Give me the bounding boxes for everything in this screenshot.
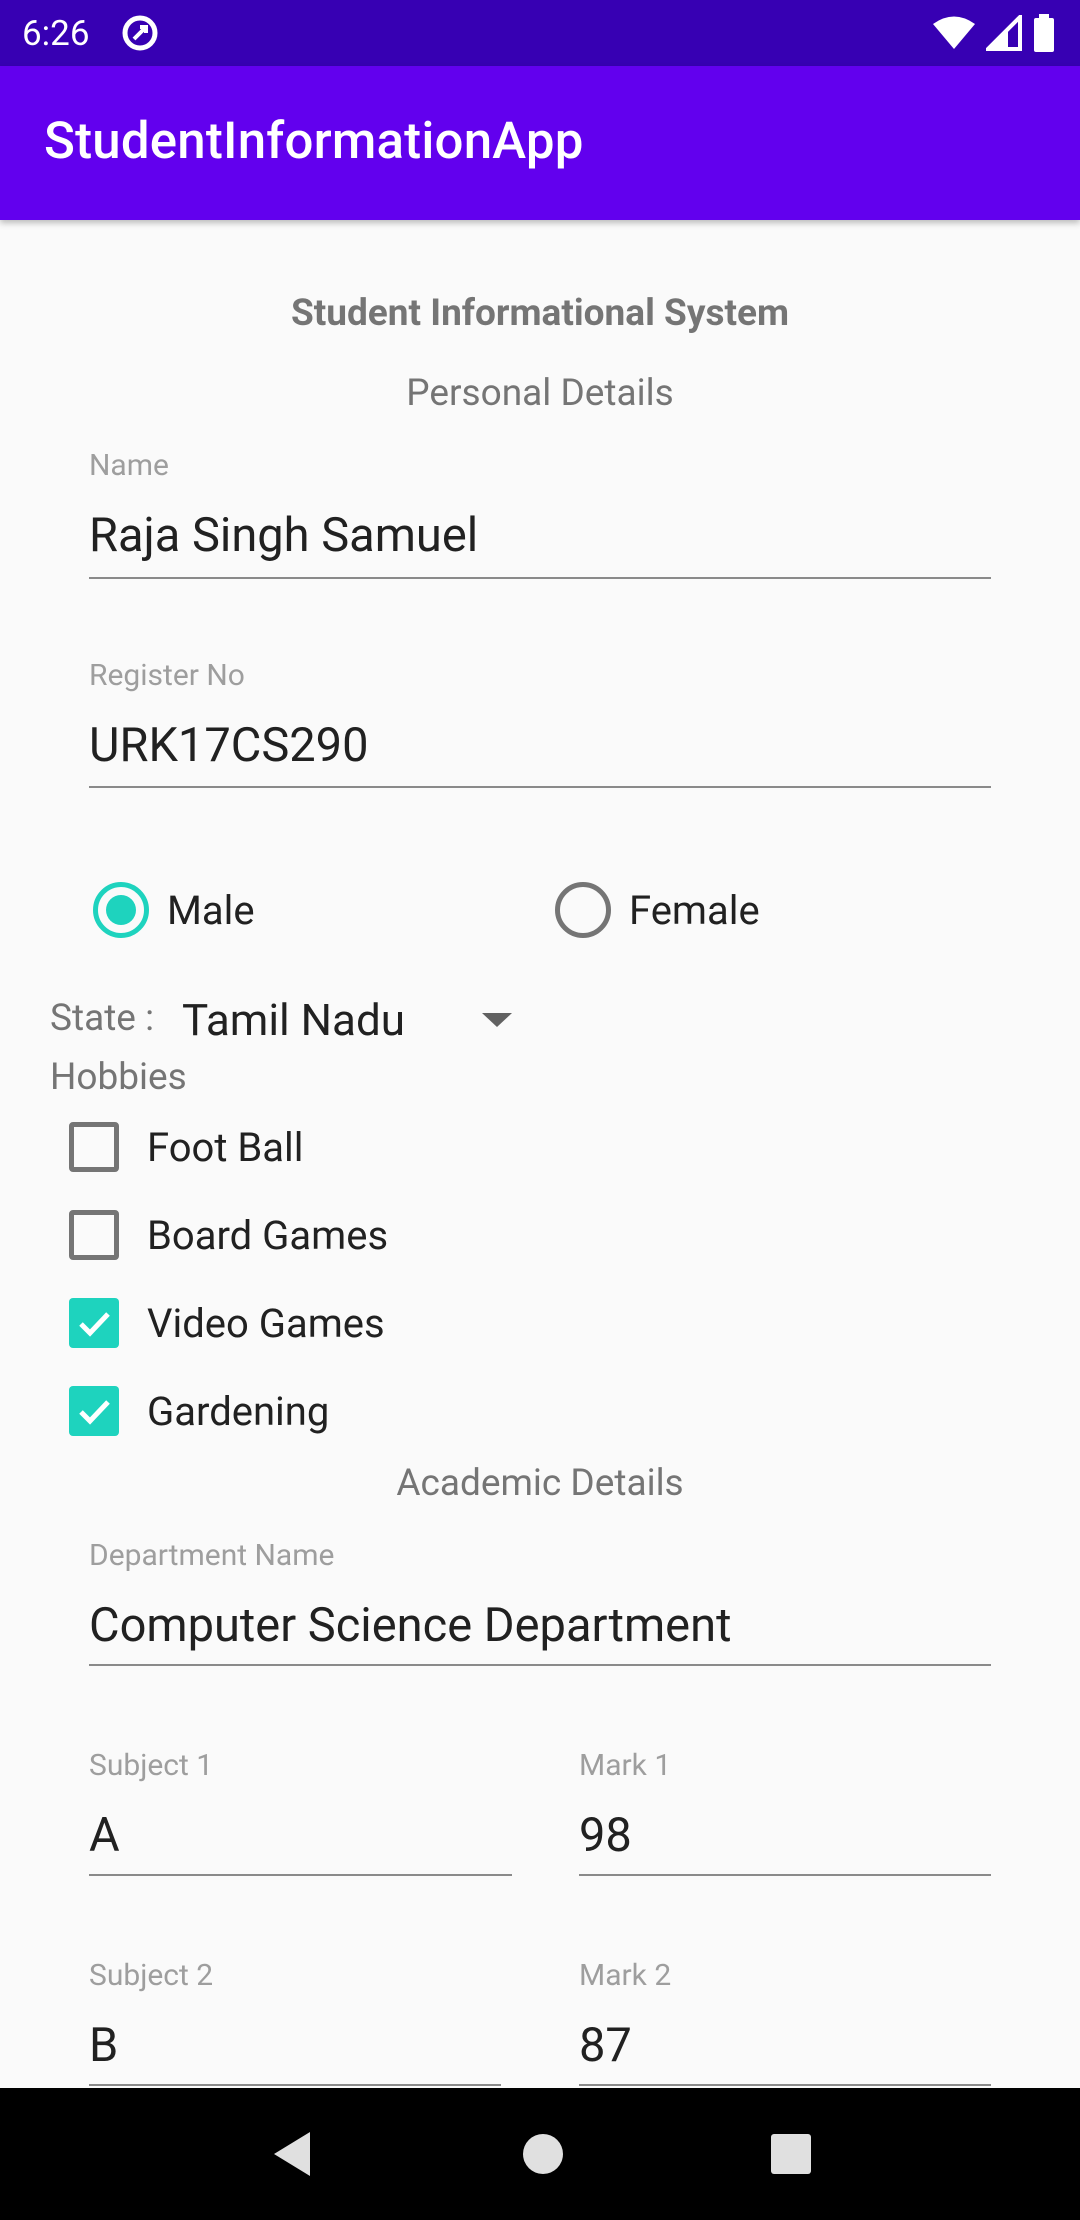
personal-details-heading: Personal Details (406, 372, 674, 415)
wifi-icon (933, 16, 975, 49)
checkbox-foot-ball-label: Foot Ball (147, 1123, 304, 1171)
name-input[interactable]: Raja Singh Samuel (89, 508, 478, 563)
radio-female-label: Female (629, 886, 760, 934)
subject-2-underline (89, 2084, 501, 2086)
checkbox-foot-ball-box (69, 1122, 119, 1172)
back-icon[interactable] (268, 2128, 316, 2180)
check-icon (79, 1312, 110, 1337)
subject-1-input[interactable]: A (89, 1808, 120, 1863)
battery-icon (1034, 14, 1054, 52)
status-bar: 6:26 (0, 0, 1080, 66)
state-spinner[interactable]: Tamil Nadu (182, 990, 512, 1050)
department-underline (89, 1664, 991, 1666)
checkbox-board-games-box (69, 1210, 119, 1260)
subject-1-label: Subject 1 (89, 1748, 214, 1783)
register-no-label: Register No (89, 658, 245, 693)
status-time: 6:26 (22, 12, 90, 54)
radio-male-label: Male (167, 886, 255, 934)
radio-female-indicator (555, 882, 611, 938)
checkbox-gardening[interactable]: Gardening (69, 1386, 329, 1436)
mark-2-underline (579, 2084, 991, 2086)
mark-2-label: Mark 2 (579, 1958, 672, 1993)
subject-2-input[interactable]: B (89, 2018, 118, 2073)
subject-1-underline (89, 1874, 512, 1876)
radio-male-indicator (93, 882, 149, 938)
register-no-underline (89, 786, 991, 788)
hobbies-label: Hobbies (50, 1056, 187, 1099)
name-label: Name (89, 448, 169, 483)
state-label: State : (50, 997, 155, 1040)
checkbox-gardening-label: Gardening (147, 1387, 330, 1435)
app-bar: StudentInformationApp (0, 66, 1080, 220)
radio-female[interactable]: Female (555, 882, 760, 938)
check-icon (79, 1400, 110, 1425)
mark-1-label: Mark 1 (579, 1748, 672, 1783)
department-input[interactable]: Computer Science Department (89, 1598, 731, 1653)
form-content[interactable]: Student Informational System Personal De… (0, 220, 1080, 2088)
checkbox-video-games[interactable]: Video Games (69, 1298, 385, 1348)
checkbox-video-games-box (69, 1298, 119, 1348)
form-title: Student Informational System (290, 292, 790, 335)
navigation-bar (0, 2088, 1080, 2220)
register-no-input[interactable]: URK17CS290 (89, 718, 369, 773)
notification-icon (122, 15, 157, 51)
name-underline (89, 577, 991, 579)
signal-icon (986, 15, 1022, 51)
checkbox-board-games-label: Board Games (147, 1211, 389, 1259)
radio-male[interactable]: Male (93, 882, 255, 938)
recents-icon[interactable] (770, 2133, 812, 2175)
checkbox-board-games[interactable]: Board Games (69, 1210, 388, 1260)
checkbox-foot-ball[interactable]: Foot Ball (69, 1122, 303, 1172)
checkbox-video-games-label: Video Games (147, 1299, 385, 1347)
state-value: Tamil Nadu (182, 994, 406, 1046)
mark-2-input[interactable]: 87 (579, 2018, 632, 2073)
subject-2-label: Subject 2 (89, 1958, 214, 1993)
dropdown-arrow-icon (482, 1013, 512, 1027)
department-label: Department Name (89, 1538, 335, 1573)
academic-details-heading: Academic Details (396, 1462, 684, 1505)
home-icon[interactable] (521, 2132, 565, 2176)
mark-1-underline (579, 1874, 991, 1876)
mark-1-input[interactable]: 98 (579, 1808, 632, 1863)
app-title: StudentInformationApp (44, 112, 584, 171)
checkbox-gardening-box (69, 1386, 119, 1436)
